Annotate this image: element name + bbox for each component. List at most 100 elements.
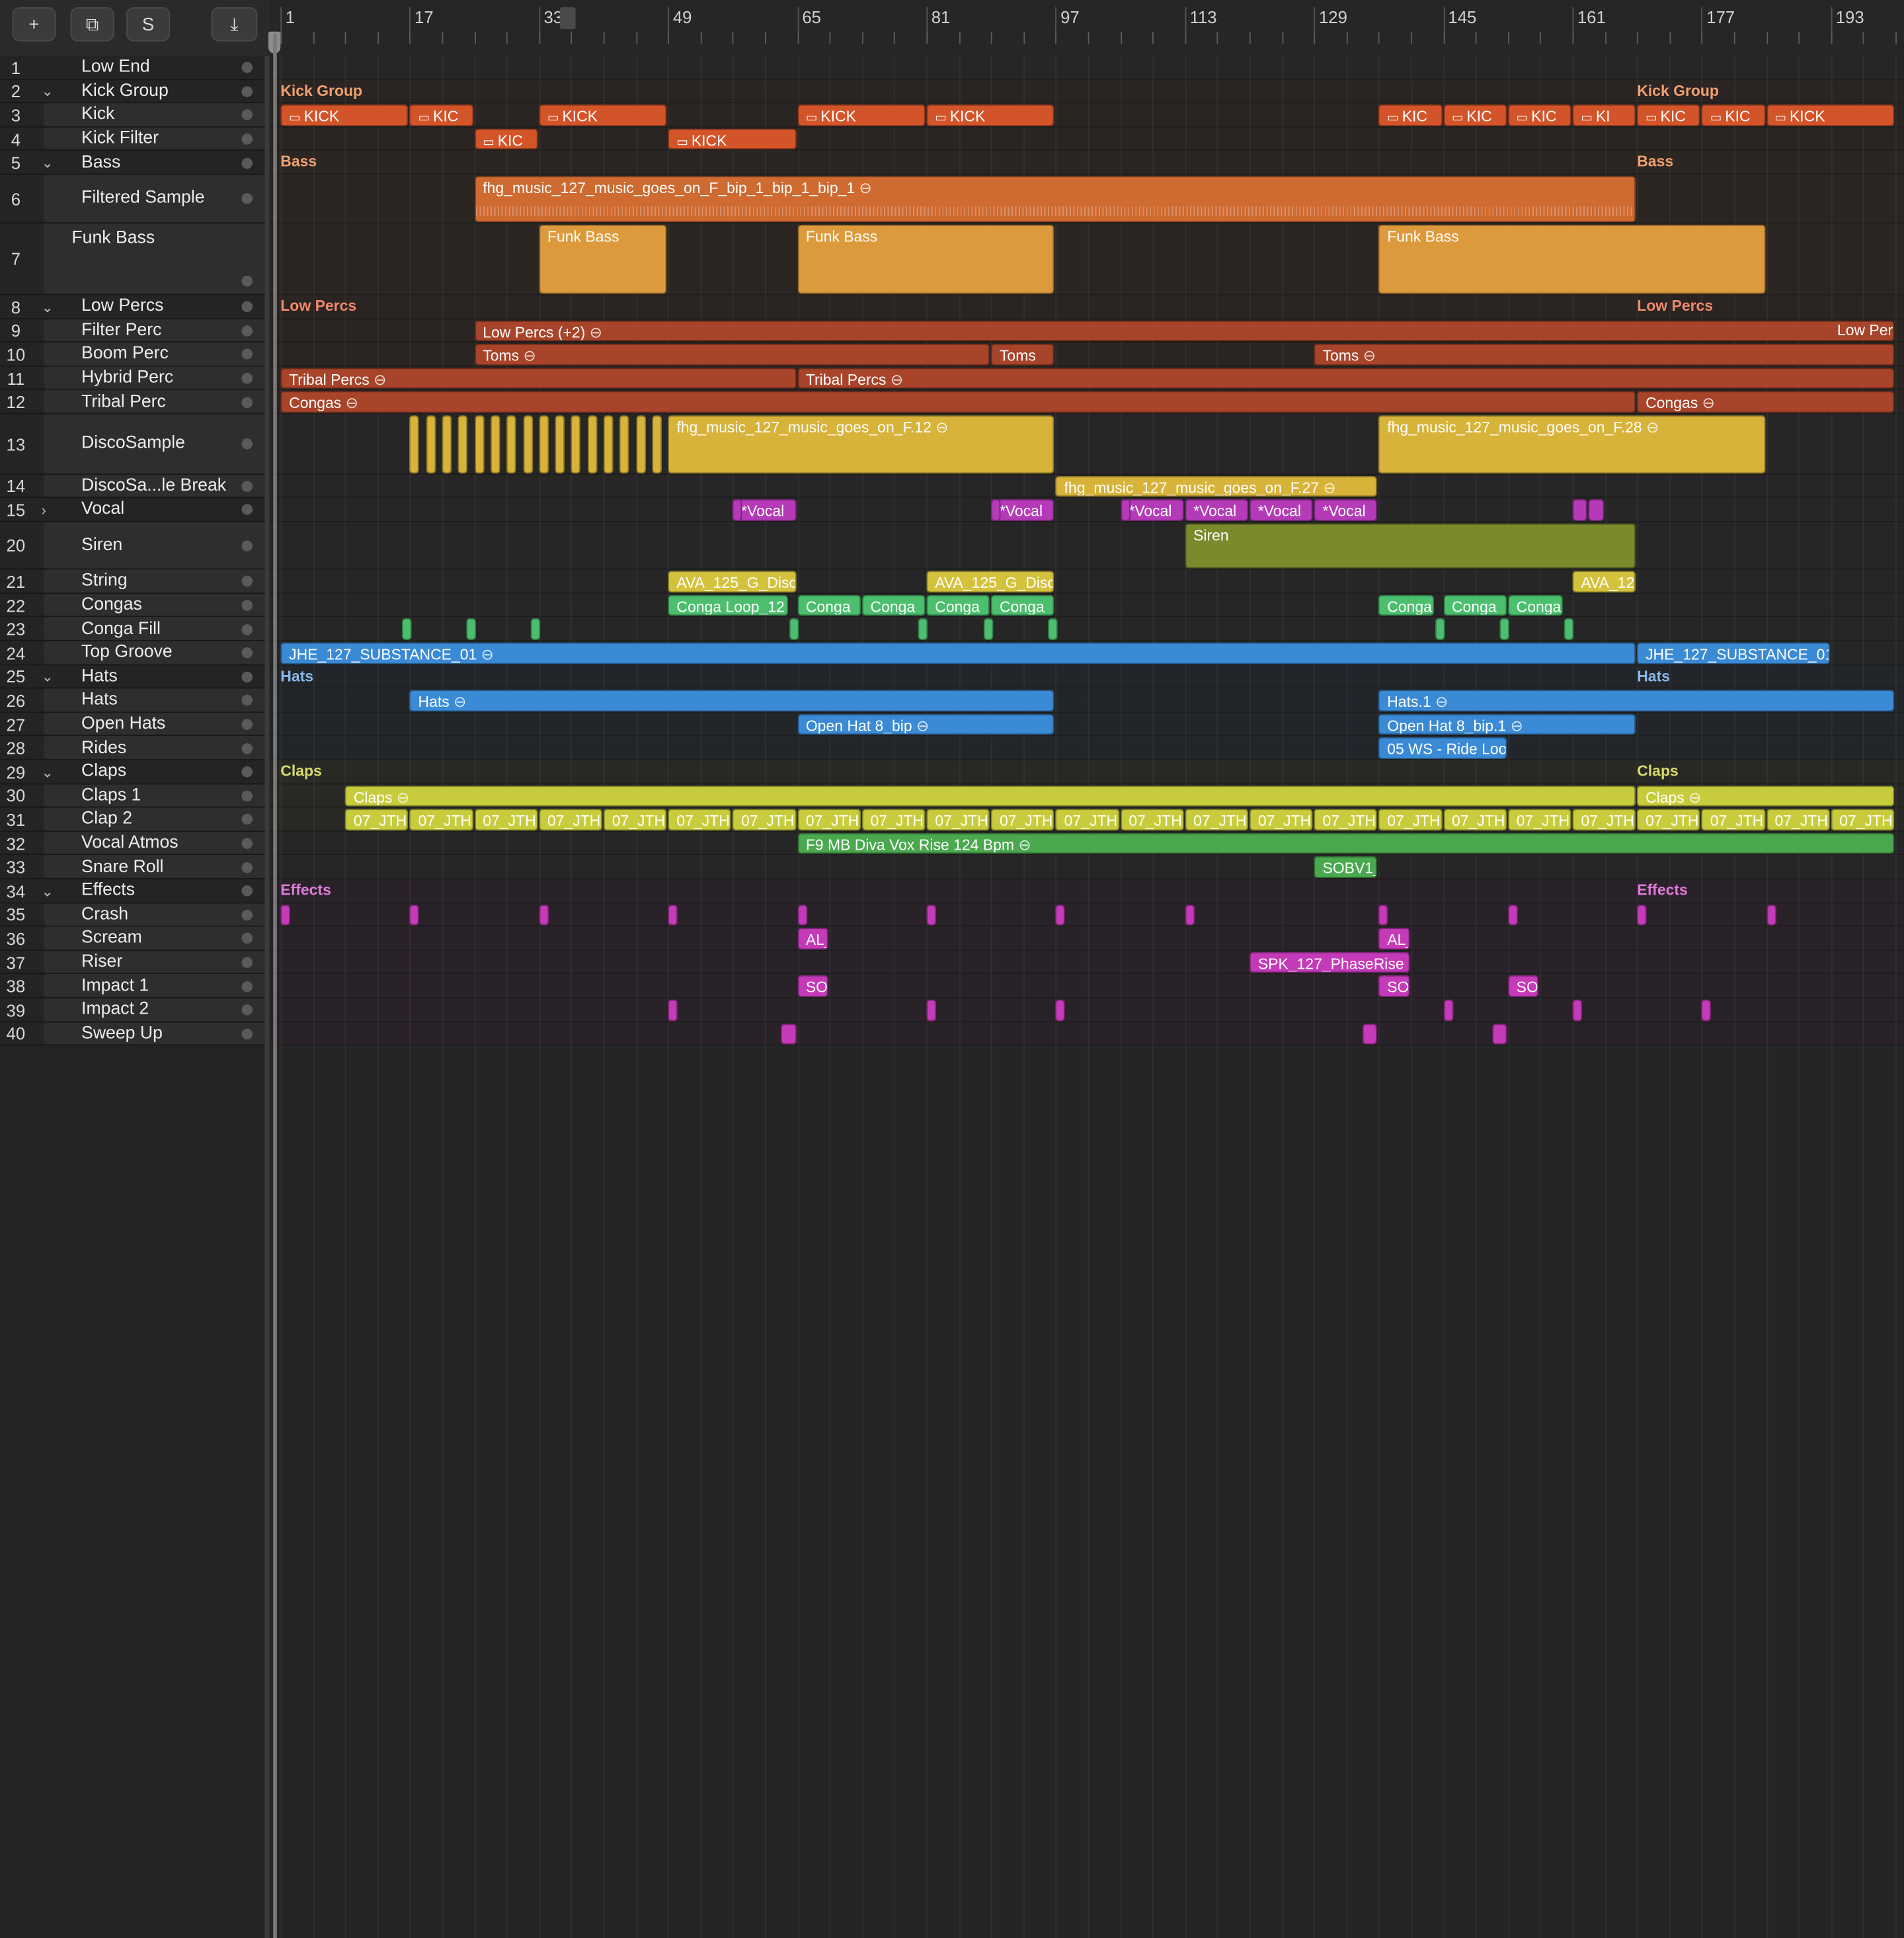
track-name[interactable]: Top Groove [81,643,173,662]
track-header[interactable]: 32 Vocal Atmos [0,831,270,856]
scream-region[interactable]: AL_ [1378,928,1410,949]
track-lane[interactable] [269,569,1904,594]
track-header[interactable]: 24 Top Groove [0,641,270,665]
clap2-region[interactable]: 07_JTH [797,809,861,830]
kick-region[interactable]: ▭ KICK [926,104,1054,126]
track-lane[interactable] [269,998,1904,1022]
kick-filter-region[interactable]: ▭ KIC [474,128,538,150]
clap2-region[interactable]: 07_JTH [1185,809,1249,830]
string-region[interactable]: AVA_125_G_Disc [668,571,797,592]
disco-slice-region[interactable] [506,415,516,473]
tribal-region[interactable]: Tribal Percs ⊖ [280,368,797,389]
conga-fill-region[interactable] [466,618,476,640]
vocal-region[interactable] [733,499,742,521]
track-header[interactable]: 5 ⌄ Bass [0,151,270,175]
clap2-region[interactable]: 07_JTH [1507,809,1571,830]
conga-region[interactable]: Conga [926,594,990,616]
conga-fill-region[interactable] [1564,618,1574,640]
disco-slice-region[interactable] [474,415,485,473]
snare-roll-region[interactable]: SOBV1_ [1314,856,1378,878]
conga-fill-region[interactable] [982,618,993,640]
clap2-region[interactable]: 07_JTH [1249,809,1313,830]
track-name[interactable]: Bass [81,153,120,172]
crash-region[interactable] [1055,904,1066,926]
track-name[interactable]: Kick [81,105,114,124]
record-enable-dot[interactable] [241,1028,253,1040]
record-enable-dot[interactable] [241,766,253,778]
kick-region[interactable]: ▭ KICK [280,104,409,126]
disco-slice-region[interactable] [603,415,614,473]
track-name[interactable]: Vocal Atmos [81,833,178,852]
track-name[interactable]: Kick Group [81,81,169,101]
clap2-region[interactable]: 07_JTH [344,809,409,830]
hats-region[interactable]: Hats ⊖ [409,690,1054,711]
track-header[interactable]: 10 Boom Perc [0,343,270,367]
sweep-region[interactable] [1491,1023,1507,1045]
riser-region[interactable]: SPK_127_PhaseRise [1249,951,1410,973]
record-enable-dot[interactable] [241,909,253,921]
conga-region[interactable]: Conga [861,594,926,616]
track-name[interactable]: Conga Fill [81,619,161,638]
track-header[interactable]: 25 ⌄ Hats [0,665,270,689]
record-enable-dot[interactable] [241,790,253,802]
conga-region[interactable]: Conga [991,594,1054,616]
tribal-region[interactable]: Tribal Percs ⊖ [797,368,1895,389]
disco-slice-region[interactable] [442,415,452,473]
track-header[interactable]: 28 Rides [0,736,270,760]
track-name[interactable]: Effects [81,881,135,900]
clap2-region[interactable]: 07_JTH [1378,809,1443,830]
vocal-region[interactable]: *Vocal [1185,499,1249,521]
track-name[interactable]: Kick Filter [81,129,159,148]
clap2-region[interactable]: 07_JTH [861,809,926,830]
track-header[interactable]: 11 Hybrid Perc [0,366,270,391]
congas-region[interactable]: Congas ⊖ [280,391,1636,413]
midi-region[interactable]: Funk Bass [797,223,1054,294]
record-enable-dot[interactable] [241,480,253,492]
record-enable-dot[interactable] [241,862,253,873]
track-header[interactable]: 26 Hats [0,688,270,713]
track-header[interactable]: 23 Conga Fill [0,617,270,641]
track-header[interactable]: 7 Funk Bass [0,223,270,296]
track-header[interactable]: 12 Tribal Perc [0,390,270,415]
track-name[interactable]: Low End [81,58,150,77]
string-region[interactable]: AVA_12 [1572,571,1636,592]
track-header[interactable]: 40 Sweep Up [0,1022,270,1046]
kick-filter-region[interactable]: ▭ KICK [668,128,797,150]
track-name[interactable]: Impact 2 [81,1000,149,1019]
track-header[interactable]: 21 String [0,569,270,594]
midi-region[interactable]: Funk Bass [1378,223,1765,294]
conga-fill-region[interactable] [530,618,541,640]
record-enable-dot[interactable] [241,62,253,73]
conga-region[interactable]: Conga [1507,594,1564,616]
impact2-region[interactable] [1701,999,1712,1021]
impact-region[interactable]: SO [797,975,828,997]
track-header[interactable]: 15 › Vocal [0,498,270,522]
disco-slice-region[interactable] [652,415,662,473]
loop-marker[interactable] [560,7,576,30]
disclosure-open-icon[interactable]: ⌄ [41,668,53,686]
add-track-button[interactable]: + [12,7,56,42]
arrange-area[interactable]: Kick Group Kick Group Bass Bass Low Percs Low… [269,56,1904,1938]
midi-region[interactable]: Funk Bass [539,223,667,294]
track-header[interactable]: 35 Crash [0,903,270,927]
track-lane[interactable] [269,950,1904,975]
track-header[interactable]: 37 Riser [0,950,270,975]
clap2-region[interactable]: 07_JTH [1443,809,1507,830]
track-header[interactable]: 33 Snare Roll [0,855,270,879]
open-hats-region[interactable]: Open Hat 8_bip.1 ⊖ [1378,713,1636,735]
track-name[interactable]: Hats [81,666,118,686]
disco-slice-region[interactable] [571,415,581,473]
kick-region[interactable]: ▭ KICK [539,104,667,126]
conga-region[interactable]: Conga [1443,594,1507,616]
record-enable-dot[interactable] [241,325,253,337]
track-header[interactable]: 34 ⌄ Effects [0,879,270,903]
track-lane[interactable] [269,712,1904,737]
track-header[interactable]: 20 Siren [0,522,270,570]
track-name[interactable]: Clap 2 [81,809,132,828]
toms-region[interactable]: Toms ⊖ [1314,344,1895,366]
playhead[interactable] [273,34,277,1938]
record-enable-dot[interactable] [241,504,253,516]
track-header[interactable]: 8 ⌄ Low Percs [0,295,270,319]
vocal-region[interactable] [991,499,1001,521]
disco-slice-region[interactable] [426,415,436,473]
